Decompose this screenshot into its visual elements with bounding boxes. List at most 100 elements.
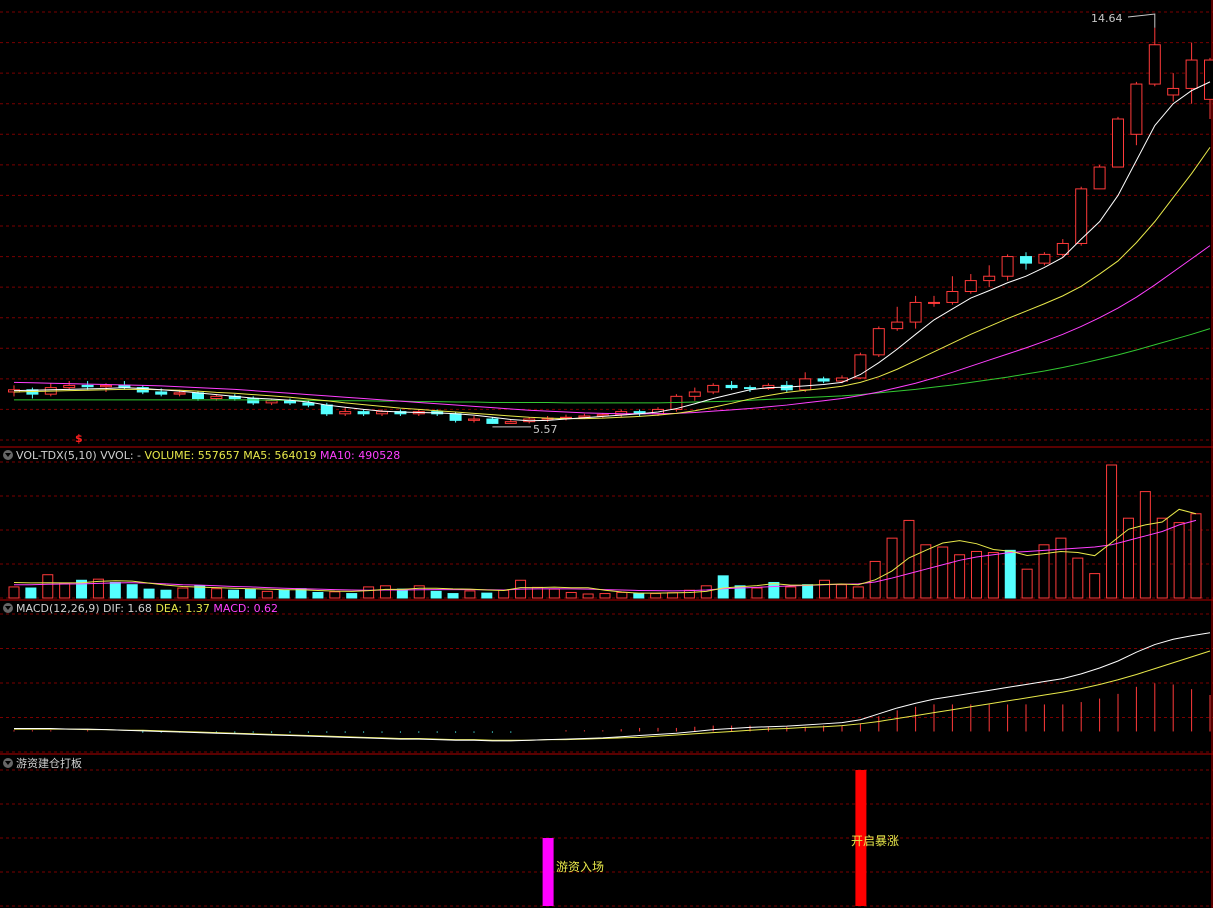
candle-body — [210, 395, 223, 400]
low-price-label: 5.57 — [533, 423, 558, 436]
ma5-line — [13, 81, 1211, 422]
candle-body — [1001, 256, 1014, 277]
volume-bar — [751, 587, 763, 599]
candle-body — [339, 411, 352, 415]
candle-body — [1038, 253, 1051, 264]
volume-bar — [987, 552, 999, 599]
candle-body — [302, 402, 315, 406]
volume-bar — [109, 581, 121, 599]
volume-bar — [1139, 491, 1151, 599]
volume-bar — [650, 593, 662, 599]
volume-bar — [346, 593, 358, 599]
candle-body — [173, 392, 186, 395]
candle-body — [983, 275, 996, 282]
candle-body — [817, 378, 830, 382]
volume-bar — [616, 591, 628, 599]
candle-body — [1167, 87, 1180, 96]
volume-bar — [25, 587, 37, 599]
candle-body — [1148, 44, 1161, 85]
volume-bar — [1106, 464, 1118, 599]
volume-bar — [430, 590, 442, 599]
volume-bar — [565, 591, 577, 599]
ma20-line — [13, 245, 1211, 415]
candle-body — [320, 404, 333, 415]
volume-bar — [1021, 568, 1033, 599]
candle-body — [1204, 59, 1213, 100]
high-marker-arrow — [1127, 13, 1156, 28]
volume-bar — [59, 583, 71, 599]
collapse-icon[interactable] — [3, 450, 13, 460]
volume-bar — [1072, 557, 1084, 599]
volume-bar — [937, 546, 949, 599]
vol-indicator-name: VOL-TDX(5,10) — [16, 449, 97, 462]
volume-bar — [42, 574, 54, 599]
volume-bar — [413, 585, 425, 599]
volume-ma5-line — [13, 508, 1197, 594]
candle-body — [504, 421, 517, 424]
ma60-line — [14, 328, 1211, 404]
collapse-icon[interactable] — [3, 603, 13, 613]
candle-body — [891, 321, 904, 330]
vol-panel-title: VOL-TDX(5,10) VVOL: - VOLUME: 557657 MA5… — [3, 449, 400, 462]
candle-body — [357, 411, 370, 415]
volume-bar — [278, 589, 290, 599]
volume-bar — [835, 584, 847, 599]
volume-bar — [8, 586, 20, 599]
candle-body — [449, 413, 462, 421]
volume-bar — [599, 593, 611, 599]
volume-bar — [920, 544, 932, 599]
volume-bar — [261, 590, 273, 599]
candle-body — [1056, 242, 1069, 255]
candle-body — [1130, 83, 1143, 135]
candle-body — [1112, 118, 1124, 168]
volume-bar — [548, 588, 560, 599]
signal-marker: $ — [75, 432, 83, 445]
signal-panel-title: 游资建仓打板 — [3, 757, 82, 770]
candle-body — [688, 391, 701, 397]
volume-bar — [1004, 549, 1016, 599]
high-price-label: 14.64 — [1091, 12, 1123, 25]
volume-bar — [683, 589, 695, 599]
volume-bar — [633, 593, 645, 599]
volume-bar — [126, 584, 138, 599]
volume-bar — [211, 588, 223, 599]
candle-body — [946, 291, 959, 303]
ma10-line — [13, 147, 1211, 420]
candle-body — [1020, 256, 1032, 264]
collapse-icon[interactable] — [3, 758, 13, 768]
vol-volume: VOLUME: 557657 — [144, 449, 240, 462]
candle-body — [964, 280, 977, 293]
candle-body — [799, 378, 812, 391]
volume-bar — [582, 593, 594, 599]
volume-bar — [312, 591, 324, 599]
volume-bar — [1122, 517, 1134, 599]
volume-bar — [667, 592, 679, 599]
surge-signal-label: 开启暴涨 — [851, 834, 900, 848]
volume-bar — [379, 585, 391, 599]
volume-bar — [717, 575, 729, 599]
candle-body — [100, 384, 112, 388]
volume-bar — [329, 591, 341, 599]
candle-body — [265, 400, 278, 404]
volume-bar — [852, 586, 864, 599]
candle-body — [707, 384, 720, 393]
volume-bar — [970, 550, 982, 599]
candle-body — [744, 387, 756, 390]
candle-body — [725, 384, 738, 389]
volume-bar — [1055, 537, 1067, 599]
vol-ma10: MA10: 490528 — [320, 449, 401, 462]
candle-body — [909, 301, 922, 323]
candle-body — [247, 398, 260, 404]
candle-body — [376, 411, 388, 415]
candle-body — [63, 384, 76, 389]
volume-bar — [768, 581, 780, 599]
candle-body — [872, 328, 885, 356]
candle-body — [486, 418, 499, 424]
candle-body — [1093, 166, 1106, 190]
volume-bar — [228, 589, 240, 599]
candle-body — [1185, 59, 1198, 89]
dea-line — [14, 650, 1211, 741]
volume-bar — [1173, 522, 1185, 599]
volume-bar — [1190, 513, 1202, 599]
candle-body — [468, 418, 480, 421]
